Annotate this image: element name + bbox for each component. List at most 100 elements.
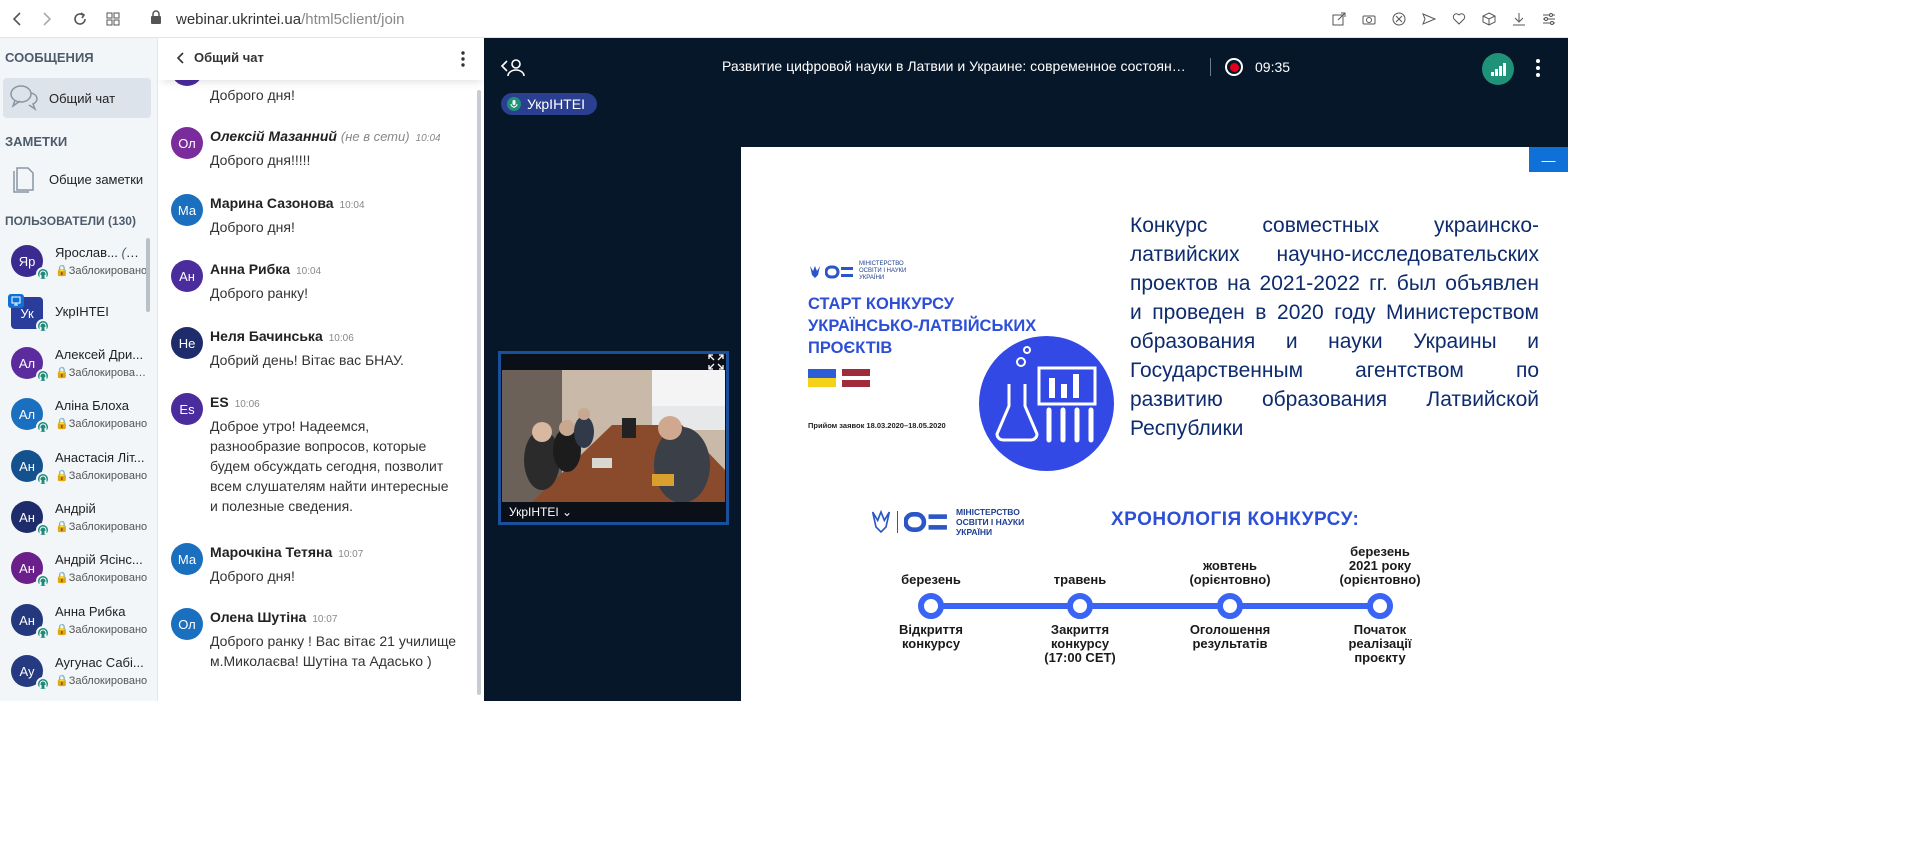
headphones-icon bbox=[36, 472, 50, 486]
divider bbox=[1210, 58, 1211, 76]
message-text: Добрий день! Вітає вас БНАУ. bbox=[210, 352, 404, 368]
message-time: 10:07 bbox=[312, 614, 338, 625]
user-list-item[interactable]: Ал Алексей Дри... 🔒Заблокирован... bbox=[0, 339, 150, 387]
webcam-video[interactable]: УкрІНТЕІ ⌄ bbox=[498, 351, 729, 525]
talker-name: УкрІНТЕІ bbox=[527, 96, 585, 112]
message-text: Доброго ранку! bbox=[210, 285, 308, 301]
sidebar-item-shared-notes[interactable]: Общие заметки bbox=[3, 159, 151, 199]
lock-icon: 🔒 bbox=[55, 624, 69, 636]
chevron-left-icon[interactable] bbox=[174, 51, 188, 65]
send-icon[interactable] bbox=[1418, 4, 1440, 34]
timeline-node bbox=[1217, 593, 1243, 619]
sidebar-scrollbar[interactable] bbox=[146, 238, 150, 312]
you-marker: (Вы) bbox=[121, 245, 147, 260]
sender-name: Олексій Мазанний (не в сети) 10:04 bbox=[210, 128, 441, 144]
url-path: /html5client/join bbox=[301, 10, 405, 28]
message-time: 10:06 bbox=[234, 399, 260, 410]
avatar: Не bbox=[171, 327, 203, 359]
user-list-toggle-icon[interactable] bbox=[500, 56, 526, 78]
reload-icon[interactable] bbox=[65, 4, 95, 34]
block-icon[interactable] bbox=[1388, 4, 1410, 34]
tabs-grid-icon[interactable] bbox=[98, 4, 128, 34]
more-vertical-icon[interactable] bbox=[1530, 57, 1546, 79]
headphones-icon bbox=[36, 677, 50, 691]
lock-icon: 🔒 bbox=[55, 418, 69, 430]
user-list-item[interactable]: Ан Анастасія Літ... 🔒Заблокировано bbox=[0, 442, 150, 490]
timeline-date: жовтень (орієнтовно) bbox=[1189, 558, 1271, 587]
user-status: 🔒Заблокировано bbox=[55, 470, 148, 482]
user-list-item[interactable]: Ан Анна Рибка 🔒Заблокировано bbox=[0, 596, 150, 644]
fullscreen-icon[interactable] bbox=[708, 354, 724, 370]
lock-icon: 🔒 bbox=[55, 675, 69, 687]
share-icon[interactable] bbox=[1328, 4, 1350, 34]
user-name: УкрІНТЕІ bbox=[55, 304, 109, 319]
avatar: Ол bbox=[171, 608, 203, 640]
minimize-presentation-button[interactable]: — bbox=[1529, 147, 1568, 172]
more-vertical-icon[interactable] bbox=[456, 50, 470, 68]
sender-name: Олена Шутіна 10:07 bbox=[210, 609, 338, 625]
cube-icon[interactable] bbox=[1478, 4, 1500, 34]
recording-indicator-icon[interactable] bbox=[1225, 58, 1243, 76]
connection-status-icon[interactable] bbox=[1482, 53, 1514, 85]
main-area: Развитие цифровой науки в Латвии и Украи… bbox=[484, 38, 1568, 701]
user-name: Аліна Блоха bbox=[55, 398, 129, 413]
meeting-title: Развитие цифровой науки в Латвии и Украи… bbox=[722, 58, 1192, 74]
ukraine-flag bbox=[808, 369, 836, 387]
timeline-event: Відкриття конкурсу bbox=[898, 622, 963, 651]
chat-scrollbar[interactable] bbox=[477, 90, 481, 695]
talking-indicator[interactable]: УкрІНТЕІ bbox=[501, 93, 597, 115]
avatar: Es bbox=[171, 393, 203, 425]
user-status: 🔒Заблокировано bbox=[55, 521, 148, 533]
avatar: Ол bbox=[171, 127, 203, 159]
browser-toolbar: webinar.ukrintei.ua/html5client/join bbox=[0, 0, 1568, 38]
headphones-icon bbox=[36, 574, 50, 588]
lock-icon: 🔒 bbox=[55, 521, 69, 533]
address-bar[interactable]: webinar.ukrintei.ua/html5client/join bbox=[150, 0, 404, 38]
chat-title: Общий чат bbox=[194, 50, 264, 65]
timeline-event: Початок реалізації проєкту bbox=[1348, 622, 1412, 665]
user-status: 🔒Заблокировано bbox=[55, 418, 148, 430]
lab-illustration bbox=[979, 336, 1114, 471]
user-name: Андрій Ясінс... bbox=[55, 552, 143, 567]
message-text: Доброе утро! Надеемся, разнообразие вопр… bbox=[210, 418, 449, 514]
notes-document-icon bbox=[9, 163, 39, 196]
sidebar-item-public-chat[interactable]: Общий чат bbox=[3, 78, 151, 118]
user-list-item[interactable]: Ук УкрІНТЕІ bbox=[0, 289, 150, 337]
user-list-item[interactable]: Яр Ярослав... (Вы) 🔒Заблокировано bbox=[0, 237, 150, 285]
user-name: Андрій bbox=[55, 501, 96, 516]
camera-icon[interactable] bbox=[1358, 4, 1380, 34]
presenter-icon bbox=[8, 294, 24, 308]
message-time: 10:04 bbox=[296, 266, 322, 277]
avatar: Ан bbox=[171, 260, 203, 292]
heart-icon[interactable] bbox=[1448, 4, 1470, 34]
forward-icon[interactable] bbox=[32, 4, 62, 34]
message-time: 10:04 bbox=[415, 133, 441, 144]
headphones-icon bbox=[36, 420, 50, 434]
settings-sliders-icon[interactable] bbox=[1538, 4, 1560, 34]
user-name: Анастасія Літ... bbox=[55, 450, 145, 465]
user-list-item[interactable]: Ан Андрій 🔒Заблокировано bbox=[0, 493, 150, 541]
user-list-item[interactable]: Ан Андрій Ясінс... 🔒Заблокировано bbox=[0, 544, 150, 592]
webcam-username[interactable]: УкрІНТЕІ ⌄ bbox=[501, 502, 726, 522]
avatar: Ма bbox=[171, 543, 203, 575]
recording-time: 09:35 bbox=[1255, 59, 1291, 75]
sender-name: Марина Сазонова 10:04 bbox=[210, 195, 365, 211]
timeline-event: Оголошення результатів bbox=[1189, 622, 1271, 651]
timeline-image: МІНІСТЕРСТВО ОСВІТИ І НАУКИ УКРАЇНИ ХРОН… bbox=[818, 477, 1488, 675]
latvia-flag bbox=[842, 369, 870, 387]
lock-icon: 🔒 bbox=[55, 265, 69, 277]
ministry-logo: МІНІСТЕРСТВО ОСВІТИ І НАУКИ УКРАЇНИ bbox=[871, 507, 1036, 537]
poster-logo-text: МІНІСТЕРСТВО ОСВІТИ І НАУКИ УКРАЇНИ bbox=[859, 261, 907, 281]
message-time: 10:04 bbox=[339, 200, 365, 211]
headphones-icon bbox=[36, 369, 50, 383]
download-icon[interactable] bbox=[1508, 4, 1530, 34]
user-list-item[interactable]: Ал Аліна Блоха 🔒Заблокировано bbox=[0, 390, 150, 438]
chat-header: Общий чат bbox=[158, 38, 484, 80]
microphone-icon bbox=[36, 319, 50, 333]
chat-panel: Общий чат Доброго дня! Ол Олексій Мазанни… bbox=[157, 38, 484, 701]
timeline-date: березень bbox=[901, 572, 961, 587]
timeline-logo-text: МІНІСТЕРСТВО ОСВІТИ І НАУКИ УКРАЇНИ bbox=[956, 507, 1025, 537]
back-icon[interactable] bbox=[2, 4, 32, 34]
user-list-item[interactable]: Ау Аугунас Сабі... 🔒Заблокировано bbox=[0, 647, 150, 695]
timeline-node bbox=[918, 593, 944, 619]
